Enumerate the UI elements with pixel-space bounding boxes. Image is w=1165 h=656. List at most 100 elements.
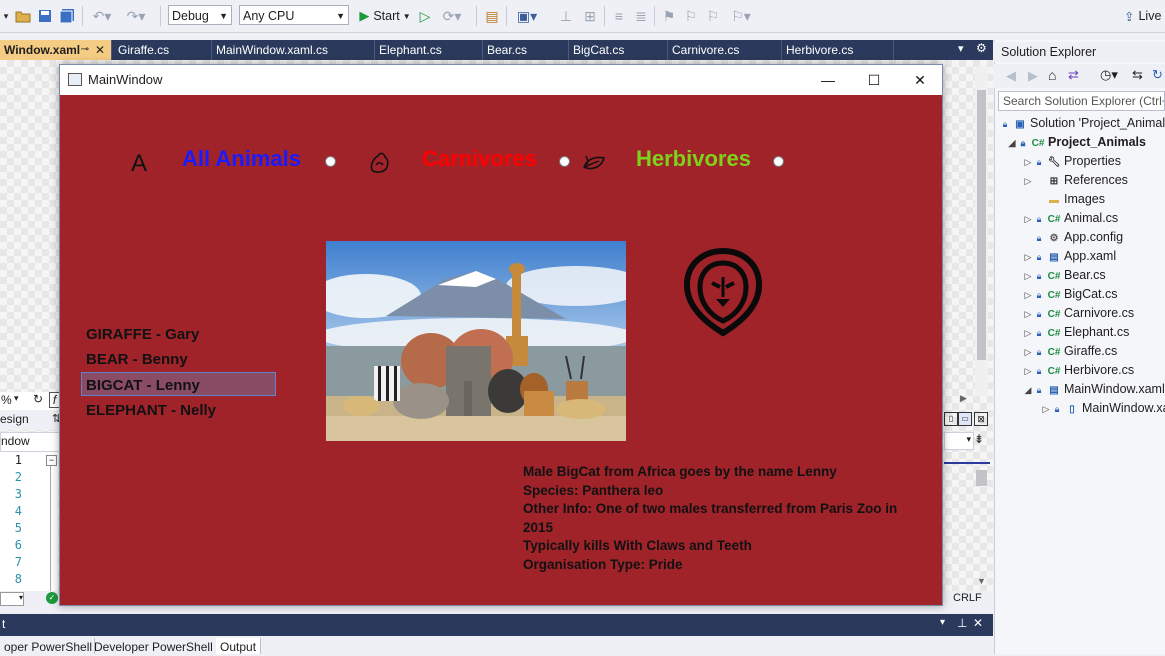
tab-herbivore-cs[interactable]: Herbivore.cs — [782, 40, 894, 60]
tree-item-app-xaml[interactable]: ▷ 🔒︎ ▤ App.xaml — [1022, 247, 1117, 266]
maximize-button[interactable]: ☐ — [852, 69, 896, 91]
pending-changes-icon[interactable]: ◷▾ — [1100, 67, 1118, 83]
align-icon[interactable]: ⊥ — [556, 6, 576, 26]
filter-label-herbivores: Herbivores — [636, 146, 751, 171]
tree-item-mainwindow-xaml-cs[interactable]: ▷ 🔒︎ ▯ MainWindow.xaml.cs — [1040, 399, 1165, 418]
xaml-icon: ▤ — [1049, 385, 1059, 396]
gear-icon[interactable]: ⚙ — [976, 41, 987, 55]
design-tab[interactable]: esign ⇅ — [0, 410, 61, 430]
uncomment-icon[interactable]: ≣ — [632, 6, 650, 26]
live-share-label: Live — [1138, 9, 1162, 23]
solution-explorer-title: Solution Explorer — [994, 42, 1165, 62]
tree-item-solution[interactable]: 🔒︎ ▣ Solution 'Project_Animals' — [1000, 114, 1165, 133]
close-button[interactable]: ✕ — [898, 69, 942, 91]
tab-elephant-cs[interactable]: Elephant.cs — [375, 40, 483, 60]
radio-all-animals[interactable] — [325, 156, 336, 167]
tree-item-carnivore-cs[interactable]: ▷ 🔒︎ C# Carnivore.cs — [1022, 304, 1135, 323]
tab-carnivore-cs[interactable]: Carnivore.cs — [668, 40, 782, 60]
refresh-icon[interactable]: ↻ — [1152, 67, 1163, 83]
lion-icon — [684, 247, 762, 337]
animal-list-item-selected[interactable]: BIGCAT - Lenny — [86, 377, 200, 394]
close-icon[interactable]: ✕ — [95, 40, 105, 60]
open-folder-icon[interactable] — [14, 6, 32, 26]
zoom-dropdown[interactable]: ▾ — [0, 592, 24, 606]
scroll-right-icon[interactable]: ▶ — [960, 393, 967, 404]
tab-mainwindow-xaml-cs[interactable]: MainWindow.xaml.cs — [212, 40, 375, 60]
redo-icon[interactable]: ↷▾ — [122, 6, 150, 26]
switch-views-icon[interactable]: ⇄ — [1068, 67, 1079, 83]
split-horizontal-icon[interactable]: ▭ — [958, 412, 972, 426]
solution-search-input[interactable]: Search Solution Explorer (Ctrl+;) — [998, 91, 1165, 111]
tab-developer-powershell-2[interactable]: Developer PowerShell — [90, 638, 218, 654]
back-icon[interactable]: ◀ — [1006, 68, 1016, 84]
clear-bookmarks-icon[interactable]: ⚐▾ — [726, 6, 756, 26]
sync-icon[interactable]: ⇆ — [1132, 67, 1143, 83]
undo-icon[interactable]: ↶▾ — [88, 6, 116, 26]
tree-item-elephant-cs[interactable]: ▷ 🔒︎ C# Elephant.cs — [1022, 323, 1130, 342]
tab-developer-powershell-1[interactable]: oper PowerShell — [0, 638, 95, 654]
layout-icon[interactable]: ▣▾ — [512, 6, 542, 26]
member-combo[interactable]: ▾ — [944, 432, 974, 450]
tree-item-images[interactable]: ▬ Images — [1034, 190, 1105, 209]
element-combo[interactable]: ndow — [0, 432, 62, 452]
code-scrollbar-thumb[interactable] — [976, 470, 987, 486]
tree-item-app-config[interactable]: 🔒︎ ⚙ App.config — [1034, 228, 1123, 247]
distribute-icon[interactable]: ⊞ — [580, 6, 600, 26]
tab-list-dropdown-icon[interactable]: ▾ — [958, 42, 964, 55]
animal-list-item[interactable]: ELEPHANT - Nelly — [86, 402, 216, 419]
animal-list-item[interactable]: BEAR - Benny — [86, 351, 188, 368]
zoom-control[interactable]: % ▾ ↻ f — [0, 392, 60, 411]
start-without-debugging-icon[interactable]: ▷ — [417, 6, 433, 26]
forward-icon[interactable]: ▶ — [1028, 68, 1038, 84]
tab-label: Output — [220, 640, 257, 654]
dropdown-arrow-icon[interactable]: ▾ — [0, 6, 12, 26]
split-icon[interactable]: ⇟ — [974, 432, 984, 446]
tree-item-project[interactable]: ◢ 🔒︎ C# Project_Animals — [1006, 133, 1146, 152]
bookmark-icon[interactable]: ⚑ — [660, 6, 678, 26]
tree-item-bear-cs[interactable]: ▷ 🔒︎ C# Bear.cs — [1022, 266, 1106, 285]
tree-item-references[interactable]: ▷ ⊞ References — [1022, 171, 1128, 190]
save-all-icon[interactable] — [58, 6, 76, 26]
tree-item-animal-cs[interactable]: ▷ 🔒︎ C# Animal.cs — [1022, 209, 1119, 228]
play-icon: ▶ — [359, 8, 370, 23]
animal-list-item[interactable]: GIRAFFE - Gary — [86, 326, 199, 343]
pin-icon[interactable]: ⊸ — [81, 40, 89, 60]
pin-icon[interactable]: ⊥ — [957, 616, 967, 630]
close-icon[interactable]: ✕ — [973, 616, 983, 630]
configuration-select[interactable]: Debug ▼ — [168, 5, 232, 25]
refresh-icon[interactable]: ↻ — [33, 392, 43, 406]
comment-icon[interactable]: ≡ — [610, 6, 628, 26]
tab-bear-cs[interactable]: Bear.cs — [483, 40, 569, 60]
tab-output[interactable]: Output — [216, 638, 262, 654]
next-bookmark-icon[interactable]: ⚐ — [704, 6, 722, 26]
tree-item-bigcat-cs[interactable]: ▷ 🔒︎ C# BigCat.cs — [1022, 285, 1118, 304]
radio-herbivores[interactable] — [773, 156, 784, 167]
tree-item-giraffe-cs[interactable]: ▷ 🔒︎ C# Giraffe.cs — [1022, 342, 1118, 361]
mainwindow-titlebar[interactable]: MainWindow — ☐ ✕ — [60, 65, 942, 95]
tab-giraffe-cs[interactable]: Giraffe.cs — [114, 40, 212, 60]
scroll-down-icon[interactable]: ▼ — [977, 576, 986, 586]
tree-item-mainwindow-xaml[interactable]: ◢ 🔒︎ ▤ MainWindow.xaml — [1022, 380, 1165, 399]
tree-item-herbivore-cs[interactable]: ▷ 🔒︎ C# Herbivore.cs — [1022, 361, 1135, 380]
collapse-icon[interactable]: − — [46, 455, 57, 466]
home-icon[interactable]: ⌂ — [1048, 67, 1056, 83]
hot-reload-icon[interactable]: ⟳▾ — [438, 6, 466, 26]
tree-item-properties[interactable]: ▷ 🔒︎ 🔧︎ Properties — [1022, 152, 1121, 171]
dropdown-icon[interactable]: ▾ — [940, 617, 945, 628]
minimize-button[interactable]: — — [806, 69, 850, 91]
split-vertical-icon[interactable]: ▯ — [944, 412, 958, 426]
line-ending-indicator[interactable]: CRLF — [953, 592, 982, 604]
collapsed-icon: ▷ — [1024, 214, 1032, 224]
start-button[interactable]: ▶ Start ▼ — [356, 6, 414, 26]
animals-photo — [326, 241, 626, 441]
browse-icon[interactable]: ▤ — [482, 6, 502, 26]
prev-bookmark-icon[interactable]: ⚐ — [682, 6, 700, 26]
save-icon[interactable] — [36, 6, 54, 26]
radio-carnivores[interactable] — [559, 156, 570, 167]
live-share-button[interactable]: ⇪ Live — [1124, 6, 1165, 26]
tab-mainwindow-xaml[interactable]: Window.xaml ⊸ ✕ — [0, 40, 112, 60]
tab-bigcat-cs[interactable]: BigCat.cs — [569, 40, 668, 60]
scrollbar-thumb[interactable] — [977, 90, 986, 360]
platform-select[interactable]: Any CPU ▼ — [239, 5, 349, 25]
collapse-pane-icon[interactable]: ⊠ — [974, 412, 988, 426]
